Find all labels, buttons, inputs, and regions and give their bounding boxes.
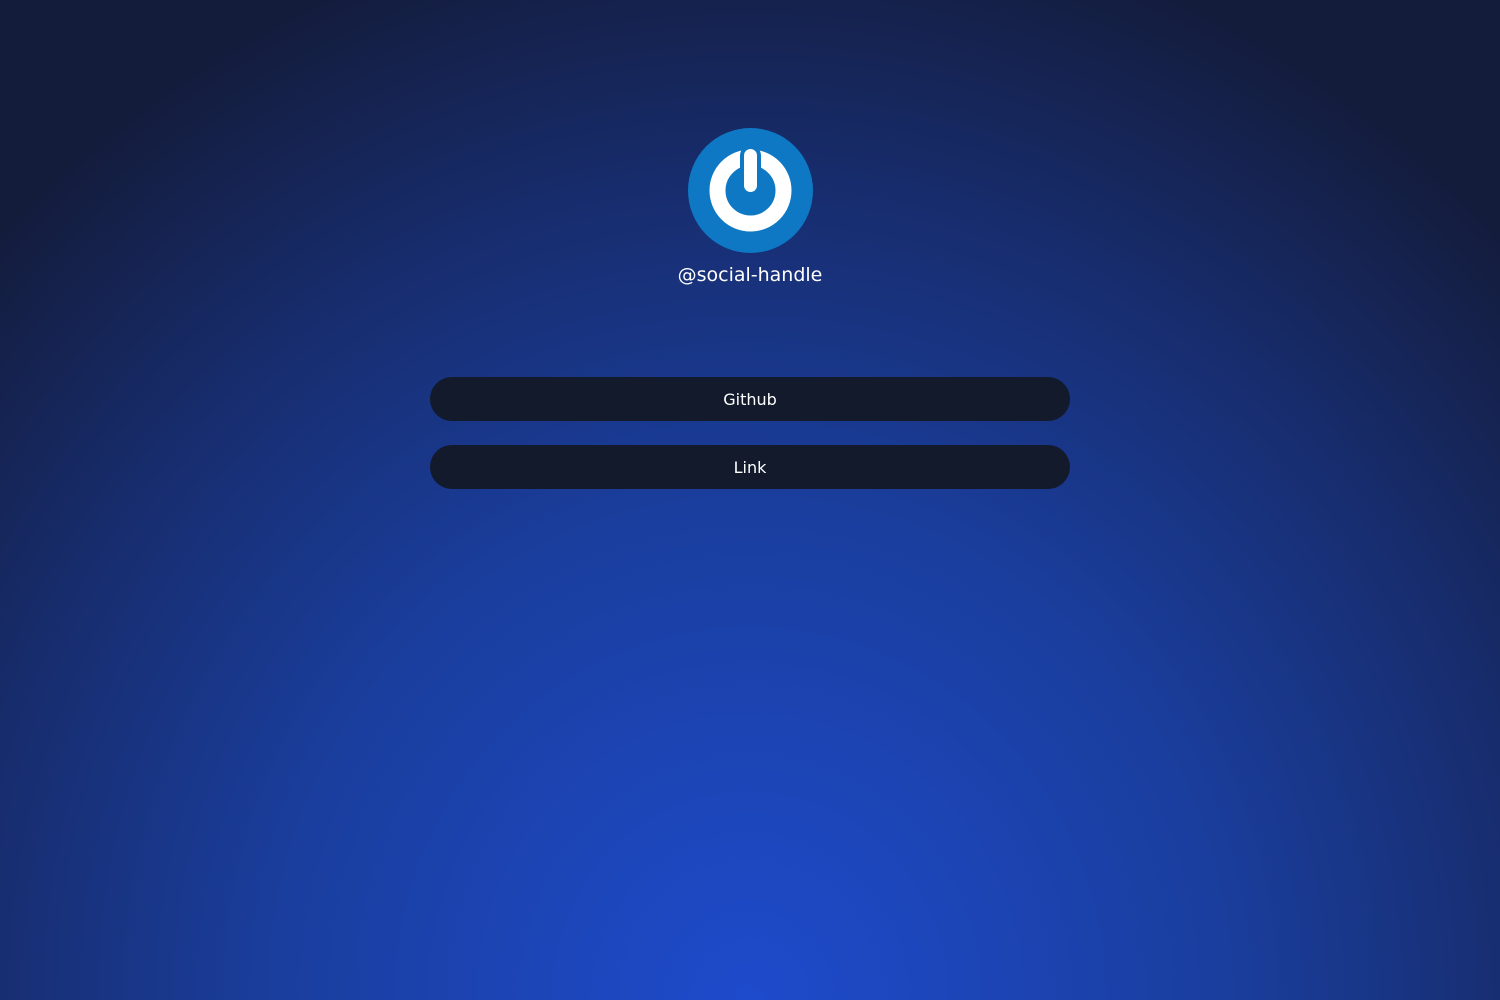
github-link-button[interactable]: Github — [430, 377, 1070, 421]
link-list: Github Link — [430, 377, 1070, 513]
profile-handle: @social-handle — [677, 264, 823, 286]
avatar — [687, 128, 813, 253]
power-icon — [709, 145, 791, 232]
profile-header: @social-handle — [0, 128, 1500, 287]
link-button[interactable]: Link — [430, 445, 1070, 489]
